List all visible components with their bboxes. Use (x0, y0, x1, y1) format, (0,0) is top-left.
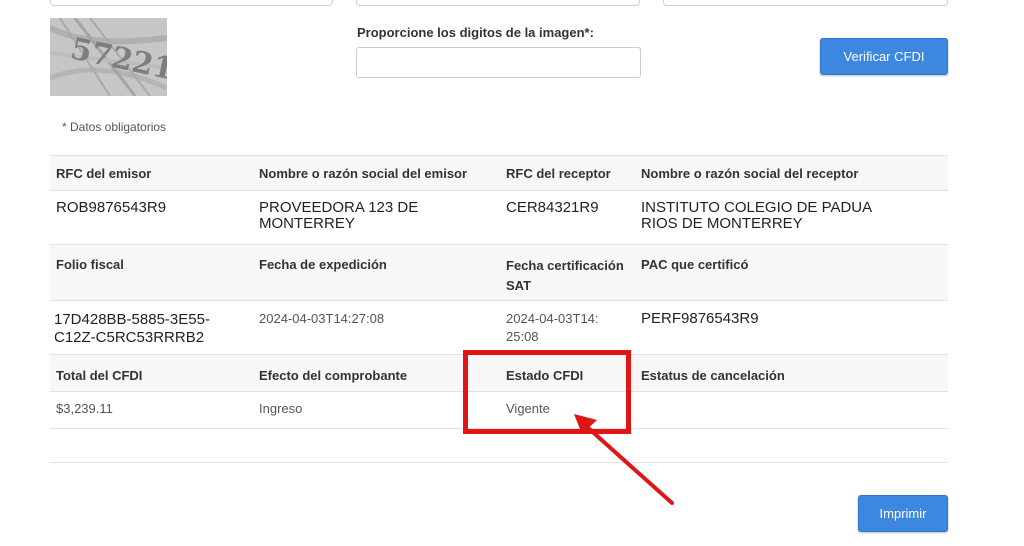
red-arrow-annotation (574, 414, 674, 505)
print-button[interactable]: Imprimir (858, 495, 948, 532)
